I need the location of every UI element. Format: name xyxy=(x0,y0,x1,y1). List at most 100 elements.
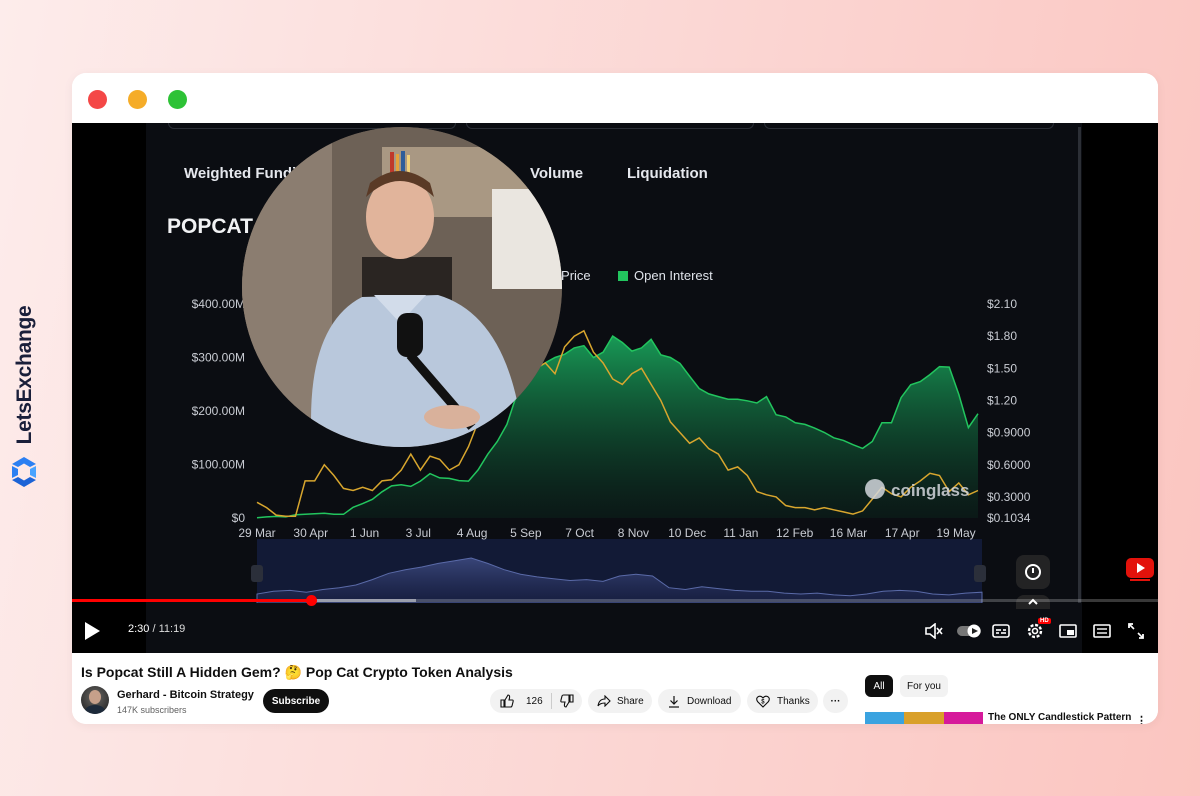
webcam-overlay xyxy=(242,127,562,447)
thanks-label: Thanks xyxy=(777,695,810,707)
download-label: Download xyxy=(687,695,732,707)
x-tick-label: 3 Jul xyxy=(406,526,431,540)
y-left-tick-label: $200.00M xyxy=(192,404,245,418)
dislike-button[interactable] xyxy=(552,694,574,708)
video-title: Is Popcat Still A Hidden Gem? 🤔 Pop Cat … xyxy=(81,664,513,680)
y-left-tick-label: $100.00M xyxy=(192,458,245,472)
like-button[interactable]: 126 xyxy=(490,693,552,709)
y-left-tick-label: $300.00M xyxy=(192,351,245,365)
gear-icon xyxy=(1027,623,1043,639)
player-controls: 2:30 / 11:19 HD xyxy=(72,611,1158,653)
youtube-watermark xyxy=(1126,558,1154,587)
y-right-tick-label: $0.6000 xyxy=(987,458,1031,472)
youtube-logo-icon xyxy=(1126,558,1154,581)
share-button[interactable]: Share xyxy=(588,689,652,713)
autoplay-toggle[interactable] xyxy=(954,617,984,645)
thumbs-up-icon xyxy=(500,694,514,708)
progress-scrubber[interactable] xyxy=(305,595,317,606)
chip-all[interactable]: All xyxy=(865,675,893,697)
recommended-video-title[interactable]: The ONLY Candlestick Pattern xyxy=(988,712,1131,723)
time-display: 2:30 / 11:19 xyxy=(128,623,185,635)
scroll-up-button[interactable] xyxy=(1016,595,1050,609)
miniplayer-button[interactable] xyxy=(1054,617,1082,645)
channel-avatar[interactable] xyxy=(81,686,109,714)
play-icon xyxy=(85,622,100,640)
share-icon xyxy=(597,695,611,707)
like-dislike-group: 126 xyxy=(490,689,582,713)
channel-name[interactable]: Gerhard - Bitcoin Strategy xyxy=(117,689,254,701)
x-tick-label: 4 Aug xyxy=(457,526,488,540)
theater-mode-icon xyxy=(1093,624,1111,638)
y-right-tick-label: $1.80 xyxy=(987,329,1017,343)
x-tick-label: 16 Mar xyxy=(830,526,867,540)
brand-name: LetsExchange xyxy=(13,305,36,445)
x-tick-label: 30 Apr xyxy=(293,526,328,540)
time-duration: 11:19 xyxy=(158,623,186,635)
subtitles-button[interactable] xyxy=(987,617,1015,645)
subtitles-icon xyxy=(992,624,1010,638)
subscriber-count: 147K subscribers xyxy=(117,705,187,715)
time-current: 2:30 xyxy=(128,623,150,635)
video-player[interactable]: Weighted Fundi Volume Liquidation POPCAT… xyxy=(72,123,1158,653)
x-tick-label: 19 May xyxy=(936,526,975,540)
download-button[interactable]: Download xyxy=(658,689,741,713)
minimize-window-button[interactable] xyxy=(128,90,147,109)
y-right-tick-label: $1.50 xyxy=(987,361,1017,375)
avatar-image xyxy=(84,690,106,714)
miniplayer-icon xyxy=(1059,624,1077,638)
presenter-image xyxy=(242,127,562,447)
more-actions-button[interactable]: ··· xyxy=(823,689,848,713)
share-label: Share xyxy=(617,695,644,707)
x-tick-label: 1 Jun xyxy=(350,526,379,540)
download-icon xyxy=(669,695,679,708)
play-button[interactable] xyxy=(78,617,106,645)
hd-badge: HD xyxy=(1038,618,1051,624)
x-tick-label: 11 Jan xyxy=(723,526,758,540)
browser-window: Weighted Fundi Volume Liquidation POPCAT… xyxy=(72,73,1158,724)
maximize-window-button[interactable] xyxy=(168,90,187,109)
x-tick-label: 17 Apr xyxy=(885,526,920,540)
x-tick-label: 5 Sep xyxy=(510,526,542,540)
x-tick-label: 7 Oct xyxy=(565,526,594,540)
thumbs-down-icon xyxy=(560,694,574,708)
y-right-tick-label: $0.9000 xyxy=(987,426,1031,440)
navigator-left-handle[interactable] xyxy=(251,565,263,582)
watermark-text: coinglass xyxy=(891,481,969,500)
thanks-heart-icon: $ xyxy=(756,695,770,708)
subscribe-button[interactable]: Subscribe xyxy=(263,689,329,713)
settings-button[interactable]: HD xyxy=(1021,617,1051,645)
close-window-button[interactable] xyxy=(88,90,107,109)
chip-for-you[interactable]: For you xyxy=(900,675,948,697)
window-titlebar xyxy=(72,73,1158,124)
y-right-tick-label: $0.3000 xyxy=(987,490,1031,504)
recommended-thumbnail[interactable] xyxy=(865,712,983,724)
mute-button[interactable] xyxy=(920,617,948,645)
x-tick-label: 8 Nov xyxy=(618,526,649,540)
y-left-tick-label: $0 xyxy=(232,511,246,525)
video-info: Is Popcat Still A Hidden Gem? 🤔 Pop Cat … xyxy=(72,653,1158,724)
x-tick-label: 12 Feb xyxy=(776,526,814,540)
fullscreen-button[interactable] xyxy=(1122,617,1150,645)
time-separator: / xyxy=(149,623,159,635)
y-right-tick-label: $1.20 xyxy=(987,393,1017,407)
like-count: 126 xyxy=(526,695,543,707)
x-tick-label: 29 Mar xyxy=(238,526,275,540)
fullscreen-icon xyxy=(1128,623,1144,639)
letsexchange-logo-icon xyxy=(12,457,36,487)
letsexchange-brand: LetsExchange xyxy=(6,300,42,490)
coinglass-watermark: coinglass xyxy=(865,479,969,500)
progress-played xyxy=(72,599,311,602)
chart-settings-button[interactable] xyxy=(1016,555,1050,589)
recommended-menu-icon[interactable]: ⋮ xyxy=(1136,714,1147,724)
settings-gear-icon xyxy=(1025,564,1041,580)
x-tick-label: 10 Dec xyxy=(668,526,706,540)
thanks-button[interactable]: $ Thanks xyxy=(747,689,818,713)
popcat-chart: $400.00M $300.00M $200.00M $100.00M $0 $2.10… xyxy=(192,297,1031,603)
autoplay-toggle-icon xyxy=(957,624,981,638)
muted-volume-icon xyxy=(925,623,943,639)
y-left-tick-label: $400.00M xyxy=(192,297,245,311)
theater-mode-button[interactable] xyxy=(1088,617,1116,645)
y-right-tick-label: $2.10 xyxy=(987,297,1017,311)
navigator-right-handle[interactable] xyxy=(974,565,986,582)
y-right-tick-label: $0.1034 xyxy=(987,511,1031,525)
